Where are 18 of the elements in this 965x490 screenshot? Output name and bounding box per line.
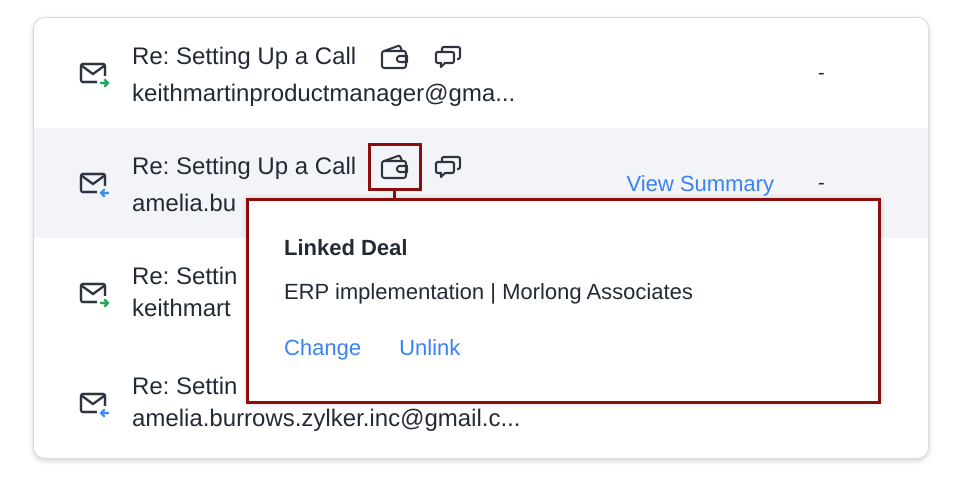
status-text: - (818, 61, 826, 86)
wallet-icon[interactable] (380, 44, 410, 70)
sender-email: amelia.burrows.zylker.inc@gmail.c... (132, 404, 520, 434)
sender-email: amelia.bu (132, 189, 236, 219)
deal-name: ERP implementation | Morlong Associates (284, 278, 694, 306)
comments-icon[interactable] (434, 45, 462, 69)
popup-link[interactable]: Unlink (399, 333, 460, 363)
email-subject[interactable]: Re: Settin (132, 258, 238, 296)
sender-email: keithmart (132, 294, 231, 324)
wallet-icon[interactable] (380, 154, 410, 180)
status-text: - (818, 171, 826, 196)
email-row[interactable]: Re: Setting Up a Call keithmartinproductmanager@gma... - (34, 18, 928, 128)
email-subject[interactable]: Re: Setting Up a Call (132, 148, 356, 186)
email-subject[interactable]: Re: Settin (132, 368, 238, 406)
popup-link[interactable]: Change (284, 333, 362, 363)
sender-email: keithmartinproductmanager@gma... (132, 79, 516, 109)
email-subject[interactable]: Re: Setting Up a Call (132, 38, 356, 76)
comments-icon[interactable] (434, 155, 462, 179)
